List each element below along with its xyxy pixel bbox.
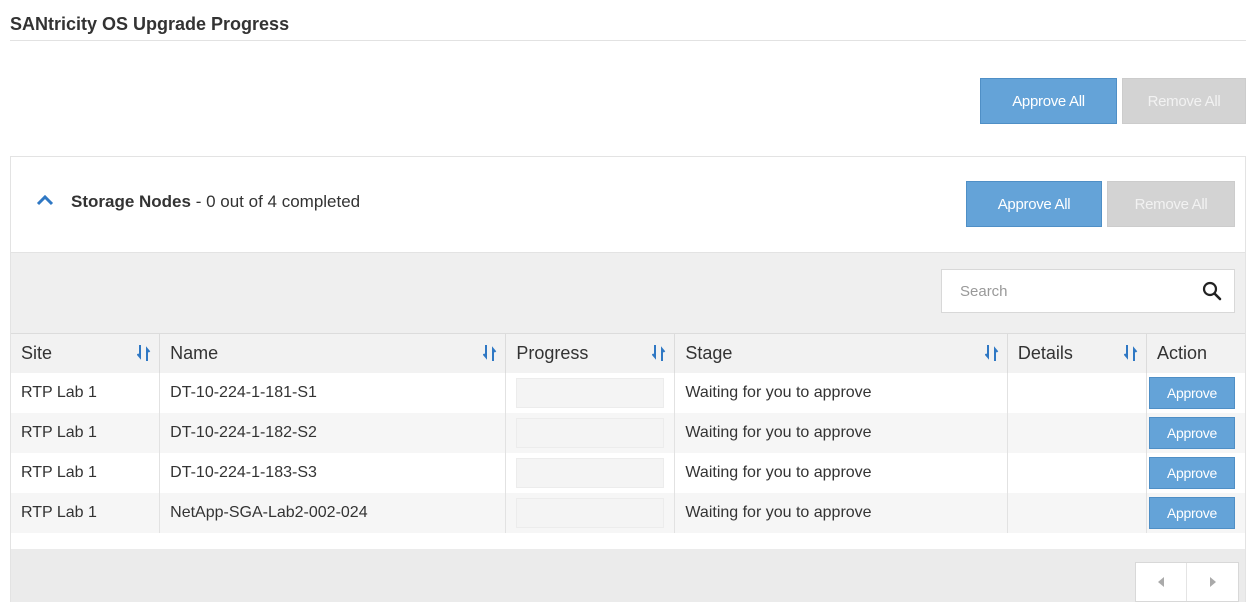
search-input[interactable]	[942, 270, 1182, 312]
table-row: RTP Lab 1 DT-10-224-1-181-S1 Waiting for…	[11, 372, 1245, 413]
progress-bar	[516, 417, 665, 448]
cell-stage: Waiting for you to approve	[674, 452, 1008, 493]
cell-progress	[505, 452, 676, 493]
remove-all-button[interactable]: Remove All	[1122, 78, 1246, 124]
table-header-row: Site Name Progress Stage Details Action	[11, 333, 1245, 373]
cell-name: DT-10-224-1-181-S1	[159, 372, 507, 413]
column-header-action: Action	[1146, 333, 1245, 373]
cell-stage: Waiting for you to approve	[674, 412, 1008, 453]
cell-details	[1007, 412, 1147, 453]
chevron-up-icon[interactable]	[36, 193, 54, 207]
table-toolbar	[11, 253, 1245, 333]
panel-heading: Storage Nodes - 0 out of 4 completed	[71, 192, 360, 212]
cell-name: DT-10-224-1-182-S2	[159, 412, 507, 453]
title-divider	[10, 40, 1246, 41]
cell-progress	[505, 412, 676, 453]
sort-icon[interactable]	[652, 344, 666, 362]
page-title: SANtricity OS Upgrade Progress	[10, 14, 290, 34]
cell-details	[1007, 492, 1147, 533]
table-footer	[11, 549, 1245, 602]
cell-name: NetApp-SGA-Lab2-002-024	[159, 492, 507, 533]
column-header-details[interactable]: Details	[1007, 333, 1147, 373]
approve-button[interactable]: Approve	[1148, 416, 1235, 449]
approve-button[interactable]: Approve	[1148, 496, 1235, 529]
storage-nodes-remove-all-button[interactable]: Remove All	[1107, 181, 1235, 227]
cell-site: RTP Lab 1	[11, 412, 161, 453]
cell-action: Approve	[1146, 372, 1245, 413]
cell-site: RTP Lab 1	[11, 452, 161, 493]
panel-header: Storage Nodes - 0 out of 4 completed App…	[11, 157, 1245, 253]
column-header-stage[interactable]: Stage	[674, 333, 1008, 373]
chevron-right-icon	[1209, 577, 1216, 587]
sort-icon[interactable]	[1123, 344, 1138, 362]
search-box	[941, 269, 1235, 313]
chevron-left-icon	[1158, 577, 1164, 587]
approve-all-button[interactable]: Approve All	[980, 78, 1117, 124]
column-header-site[interactable]: Site	[11, 333, 161, 373]
cell-progress	[505, 372, 676, 413]
sort-icon[interactable]	[984, 344, 999, 362]
approve-button[interactable]: Approve	[1148, 456, 1235, 489]
next-page-button[interactable]	[1187, 563, 1238, 601]
cell-action: Approve	[1146, 492, 1245, 533]
storage-nodes-panel: Storage Nodes - 0 out of 4 completed App…	[10, 156, 1246, 602]
storage-nodes-approve-all-button[interactable]: Approve All	[966, 181, 1102, 227]
progress-bar	[516, 457, 665, 488]
table-row: RTP Lab 1 NetApp-SGA-Lab2-002-024 Waitin…	[11, 492, 1245, 533]
cell-site: RTP Lab 1	[11, 372, 161, 413]
pagination	[1135, 562, 1239, 602]
cell-action: Approve	[1146, 412, 1245, 453]
cell-site: RTP Lab 1	[11, 492, 161, 533]
sort-icon[interactable]	[137, 344, 151, 362]
cell-stage: Waiting for you to approve	[674, 492, 1008, 533]
column-header-name[interactable]: Name	[159, 333, 507, 373]
table-row: RTP Lab 1 DT-10-224-1-182-S2 Waiting for…	[11, 412, 1245, 453]
cell-details	[1007, 452, 1147, 493]
cell-action: Approve	[1146, 452, 1245, 493]
cell-details	[1007, 372, 1147, 413]
previous-page-button[interactable]	[1136, 563, 1187, 601]
search-icon[interactable]	[1202, 281, 1222, 301]
progress-bar	[516, 377, 665, 408]
approve-button[interactable]: Approve	[1148, 376, 1235, 409]
table-row: RTP Lab 1 DT-10-224-1-183-S3 Waiting for…	[11, 452, 1245, 493]
column-header-progress[interactable]: Progress	[505, 333, 676, 373]
group-name: Storage Nodes	[71, 192, 191, 211]
cell-stage: Waiting for you to approve	[674, 372, 1008, 413]
sort-icon[interactable]	[483, 344, 497, 362]
nodes-table: Site Name Progress Stage Details Action …	[11, 333, 1245, 533]
cell-progress	[505, 492, 676, 533]
group-status: - 0 out of 4 completed	[190, 192, 361, 211]
cell-name: DT-10-224-1-183-S3	[159, 452, 507, 493]
progress-bar	[516, 497, 665, 528]
